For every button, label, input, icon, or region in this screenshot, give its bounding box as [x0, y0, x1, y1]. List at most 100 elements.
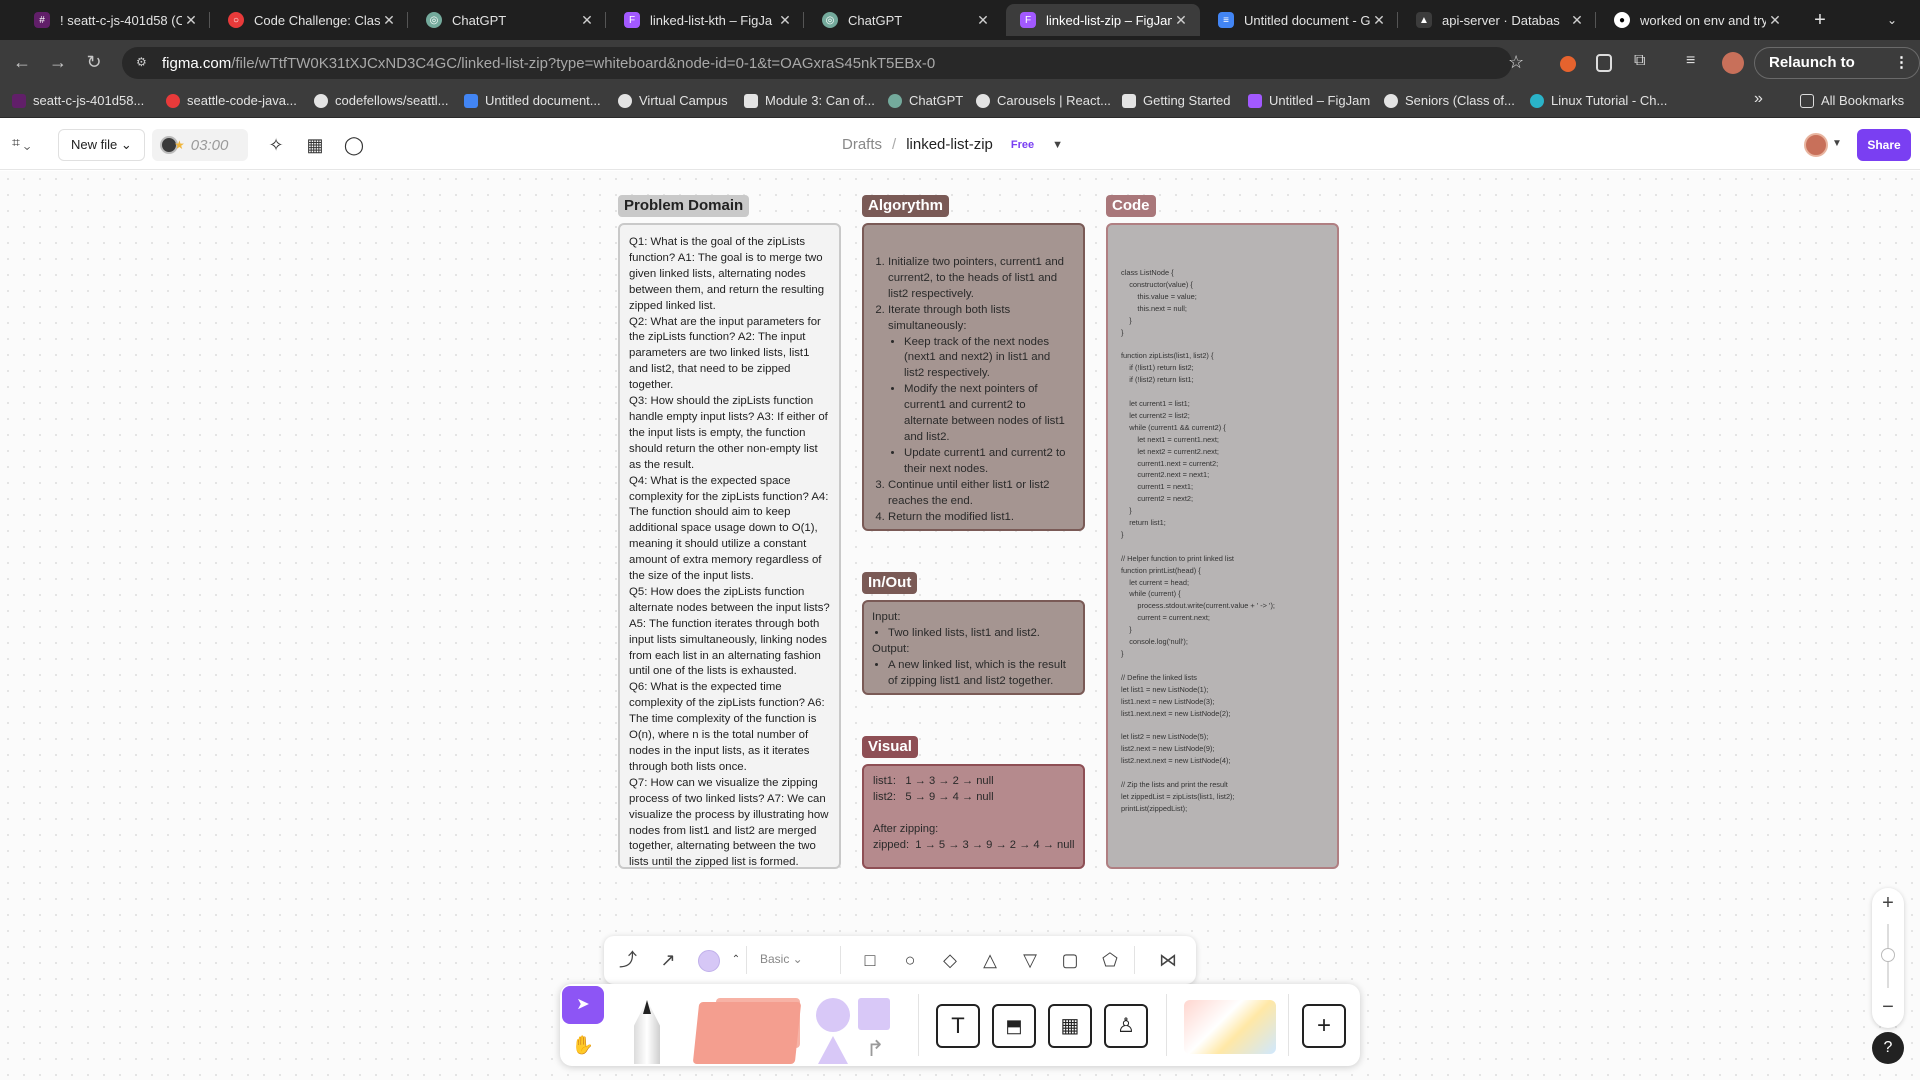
section-tool-icon[interactable]: ⬒: [992, 1004, 1036, 1048]
visual-card[interactable]: list1: 1 → 3 → 2 → null list2: 5 → 9 → 4…: [862, 764, 1085, 869]
close-icon[interactable]: ✕: [974, 12, 992, 29]
hand-tool-icon[interactable]: ✋: [562, 1026, 604, 1064]
connector-elbow-icon[interactable]: ⤴: [616, 948, 640, 972]
chevron-down-icon[interactable]: ▼: [1832, 138, 1842, 149]
problem-domain-label[interactable]: Problem Domain: [618, 195, 750, 217]
extension-fire-icon[interactable]: [1560, 56, 1576, 72]
layout-icon[interactable]: ▦: [304, 134, 326, 156]
media-control-icon[interactable]: ≡: [1686, 52, 1708, 74]
visual-line: list2: 5 → 9 → 4 → null: [873, 790, 994, 803]
tab-chatgpt-1[interactable]: ◎ ChatGPT ✕: [412, 4, 606, 36]
text-tool-icon[interactable]: T: [936, 1004, 980, 1048]
select-tool-icon[interactable]: ➤: [562, 986, 604, 1024]
site-info-icon[interactable]: ⚙: [136, 55, 152, 71]
bookmark-star-icon[interactable]: ☆: [1508, 52, 1524, 73]
share-button[interactable]: Share: [1857, 129, 1911, 161]
close-icon[interactable]: ✕: [1568, 12, 1586, 29]
code-card[interactable]: class ListNode { constructor(value) { th…: [1106, 223, 1339, 869]
visual-label[interactable]: Visual: [862, 736, 918, 758]
stamp-tool-icon[interactable]: ♙: [1104, 1004, 1148, 1048]
forward-icon[interactable]: →: [46, 50, 70, 74]
diamond-shape-icon[interactable]: ◇: [938, 948, 962, 972]
chevron-up-icon[interactable]: ⌃: [724, 948, 748, 972]
rounded-rect-shape-icon[interactable]: ▢: [1058, 948, 1082, 972]
file-name[interactable]: linked-list-zip: [906, 136, 993, 153]
main-menu-icon[interactable]: ⌗ ⌄: [12, 134, 30, 151]
new-file-button[interactable]: New file ⌄: [58, 129, 145, 161]
stickers-widgets-tool[interactable]: [1184, 1000, 1276, 1054]
tab-search-icon[interactable]: ⌄: [1880, 8, 1904, 32]
bookmark-item[interactable]: codefellows/seattl...: [314, 93, 448, 108]
bookmark-item[interactable]: Module 3: Can of...: [744, 93, 875, 108]
problem-domain-card[interactable]: Q1: What is the goal of the zipLists fun…: [618, 223, 841, 869]
shape-square-tool[interactable]: [858, 998, 890, 1030]
more-tools-icon[interactable]: +: [1302, 1004, 1346, 1048]
more-bookmarks-icon[interactable]: »: [1754, 90, 1763, 108]
triangle-down-shape-icon[interactable]: ▽: [1018, 948, 1042, 972]
shape-circle-tool[interactable]: [816, 998, 850, 1032]
bookmark-item[interactable]: seatt-c-js-401d58...: [12, 93, 144, 108]
triangle-shape-icon[interactable]: △: [978, 948, 1002, 972]
color-picker[interactable]: [698, 950, 720, 972]
bookmark-item[interactable]: Seniors (Class of...: [1384, 93, 1515, 108]
sticky-note-tool[interactable]: [692, 1002, 802, 1064]
bookmark-item[interactable]: ChatGPT: [888, 93, 963, 108]
tab-code-challenge[interactable]: ○ Code Challenge: Class ✕: [214, 4, 408, 36]
close-icon[interactable]: ✕: [578, 12, 596, 29]
connector-tool-icon[interactable]: ↱: [866, 1036, 884, 1062]
more-shapes-icon[interactable]: ⋈: [1150, 948, 1186, 972]
table-tool-icon[interactable]: ▦: [1048, 1004, 1092, 1048]
connector-straight-icon[interactable]: ↗: [656, 948, 680, 972]
tab-chatgpt-2[interactable]: ◎ ChatGPT ✕: [808, 4, 1002, 36]
new-tab-button[interactable]: +: [1806, 6, 1834, 34]
bookmark-item[interactable]: seattle-code-java...: [166, 93, 297, 108]
bookmark-item[interactable]: Carousels | React...: [976, 93, 1111, 108]
help-button[interactable]: ?: [1872, 1032, 1904, 1064]
close-icon[interactable]: ✕: [1370, 12, 1388, 29]
close-icon[interactable]: ✕: [776, 12, 794, 29]
bookmark-item[interactable]: Untitled – FigJam: [1248, 93, 1370, 108]
tab-linked-list-kth[interactable]: F linked-list-kth – FigJa ✕: [610, 4, 804, 36]
avatar[interactable]: [1804, 133, 1828, 157]
close-icon[interactable]: ✕: [380, 12, 398, 29]
tab-api-server[interactable]: ▲ api-server · Databas ✕: [1402, 4, 1596, 36]
address-bar[interactable]: ⚙ figma.com/file/wTtfTW0K31tXJCxND3C4GC/…: [122, 47, 1512, 79]
extensions-puzzle-icon[interactable]: ⧉: [1634, 52, 1656, 74]
algorithm-card[interactable]: Initialize two pointers, current1 and cu…: [862, 223, 1085, 531]
tab-google-doc[interactable]: ≡ Untitled document - G ✕: [1204, 4, 1398, 36]
close-icon[interactable]: ✕: [182, 12, 200, 29]
timer-widget[interactable]: ★ 03:00: [152, 129, 248, 161]
reload-icon[interactable]: ↻: [82, 50, 106, 74]
bookmark-item[interactable]: Virtual Campus: [618, 93, 728, 108]
tab-slack[interactable]: # ! seatt-c-js-401d58 (C ✕: [20, 4, 210, 36]
bookmark-item[interactable]: Untitled document...: [464, 93, 601, 108]
in-out-label[interactable]: In/Out: [862, 572, 918, 594]
algorithm-label[interactable]: Algorythm: [862, 195, 949, 217]
back-icon[interactable]: ←: [10, 50, 34, 74]
zoom-slider-handle[interactable]: [1881, 948, 1895, 962]
close-icon[interactable]: ✕: [1766, 12, 1784, 29]
zoom-in-button[interactable]: +: [1872, 892, 1904, 915]
tab-linked-list-zip[interactable]: F linked-list-zip – FigJam ✕: [1006, 4, 1200, 36]
tag-shape-icon[interactable]: ⬠: [1098, 948, 1122, 972]
square-shape-icon[interactable]: □: [858, 948, 882, 972]
breadcrumb-drafts[interactable]: Drafts: [842, 136, 882, 153]
extension-clipboard-icon[interactable]: [1596, 54, 1612, 72]
all-bookmarks-folder[interactable]: All Bookmarks: [1800, 93, 1904, 108]
tab-github[interactable]: ● worked on env and try ✕: [1600, 4, 1794, 36]
profile-avatar-icon[interactable]: [1722, 52, 1744, 74]
chevron-down-icon[interactable]: ▼: [1052, 139, 1063, 151]
bookmark-item[interactable]: Getting Started: [1122, 93, 1230, 108]
ai-sparkle-icon[interactable]: ✧: [265, 134, 287, 156]
globe-icon: [618, 93, 632, 108]
comment-icon[interactable]: ◯: [343, 134, 365, 156]
code-label[interactable]: Code: [1106, 195, 1156, 217]
shape-style-select[interactable]: Basic ⌄: [760, 952, 803, 966]
bookmark-item[interactable]: Linux Tutorial - Ch...: [1530, 93, 1667, 108]
circle-shape-icon[interactable]: ○: [898, 948, 922, 972]
zoom-out-button[interactable]: −: [1872, 996, 1904, 1019]
relaunch-button[interactable]: Relaunch to update⋮: [1754, 47, 1920, 101]
in-out-card[interactable]: Input: Two linked lists, list1 and list2…: [862, 600, 1085, 695]
close-icon[interactable]: ✕: [1172, 12, 1190, 29]
